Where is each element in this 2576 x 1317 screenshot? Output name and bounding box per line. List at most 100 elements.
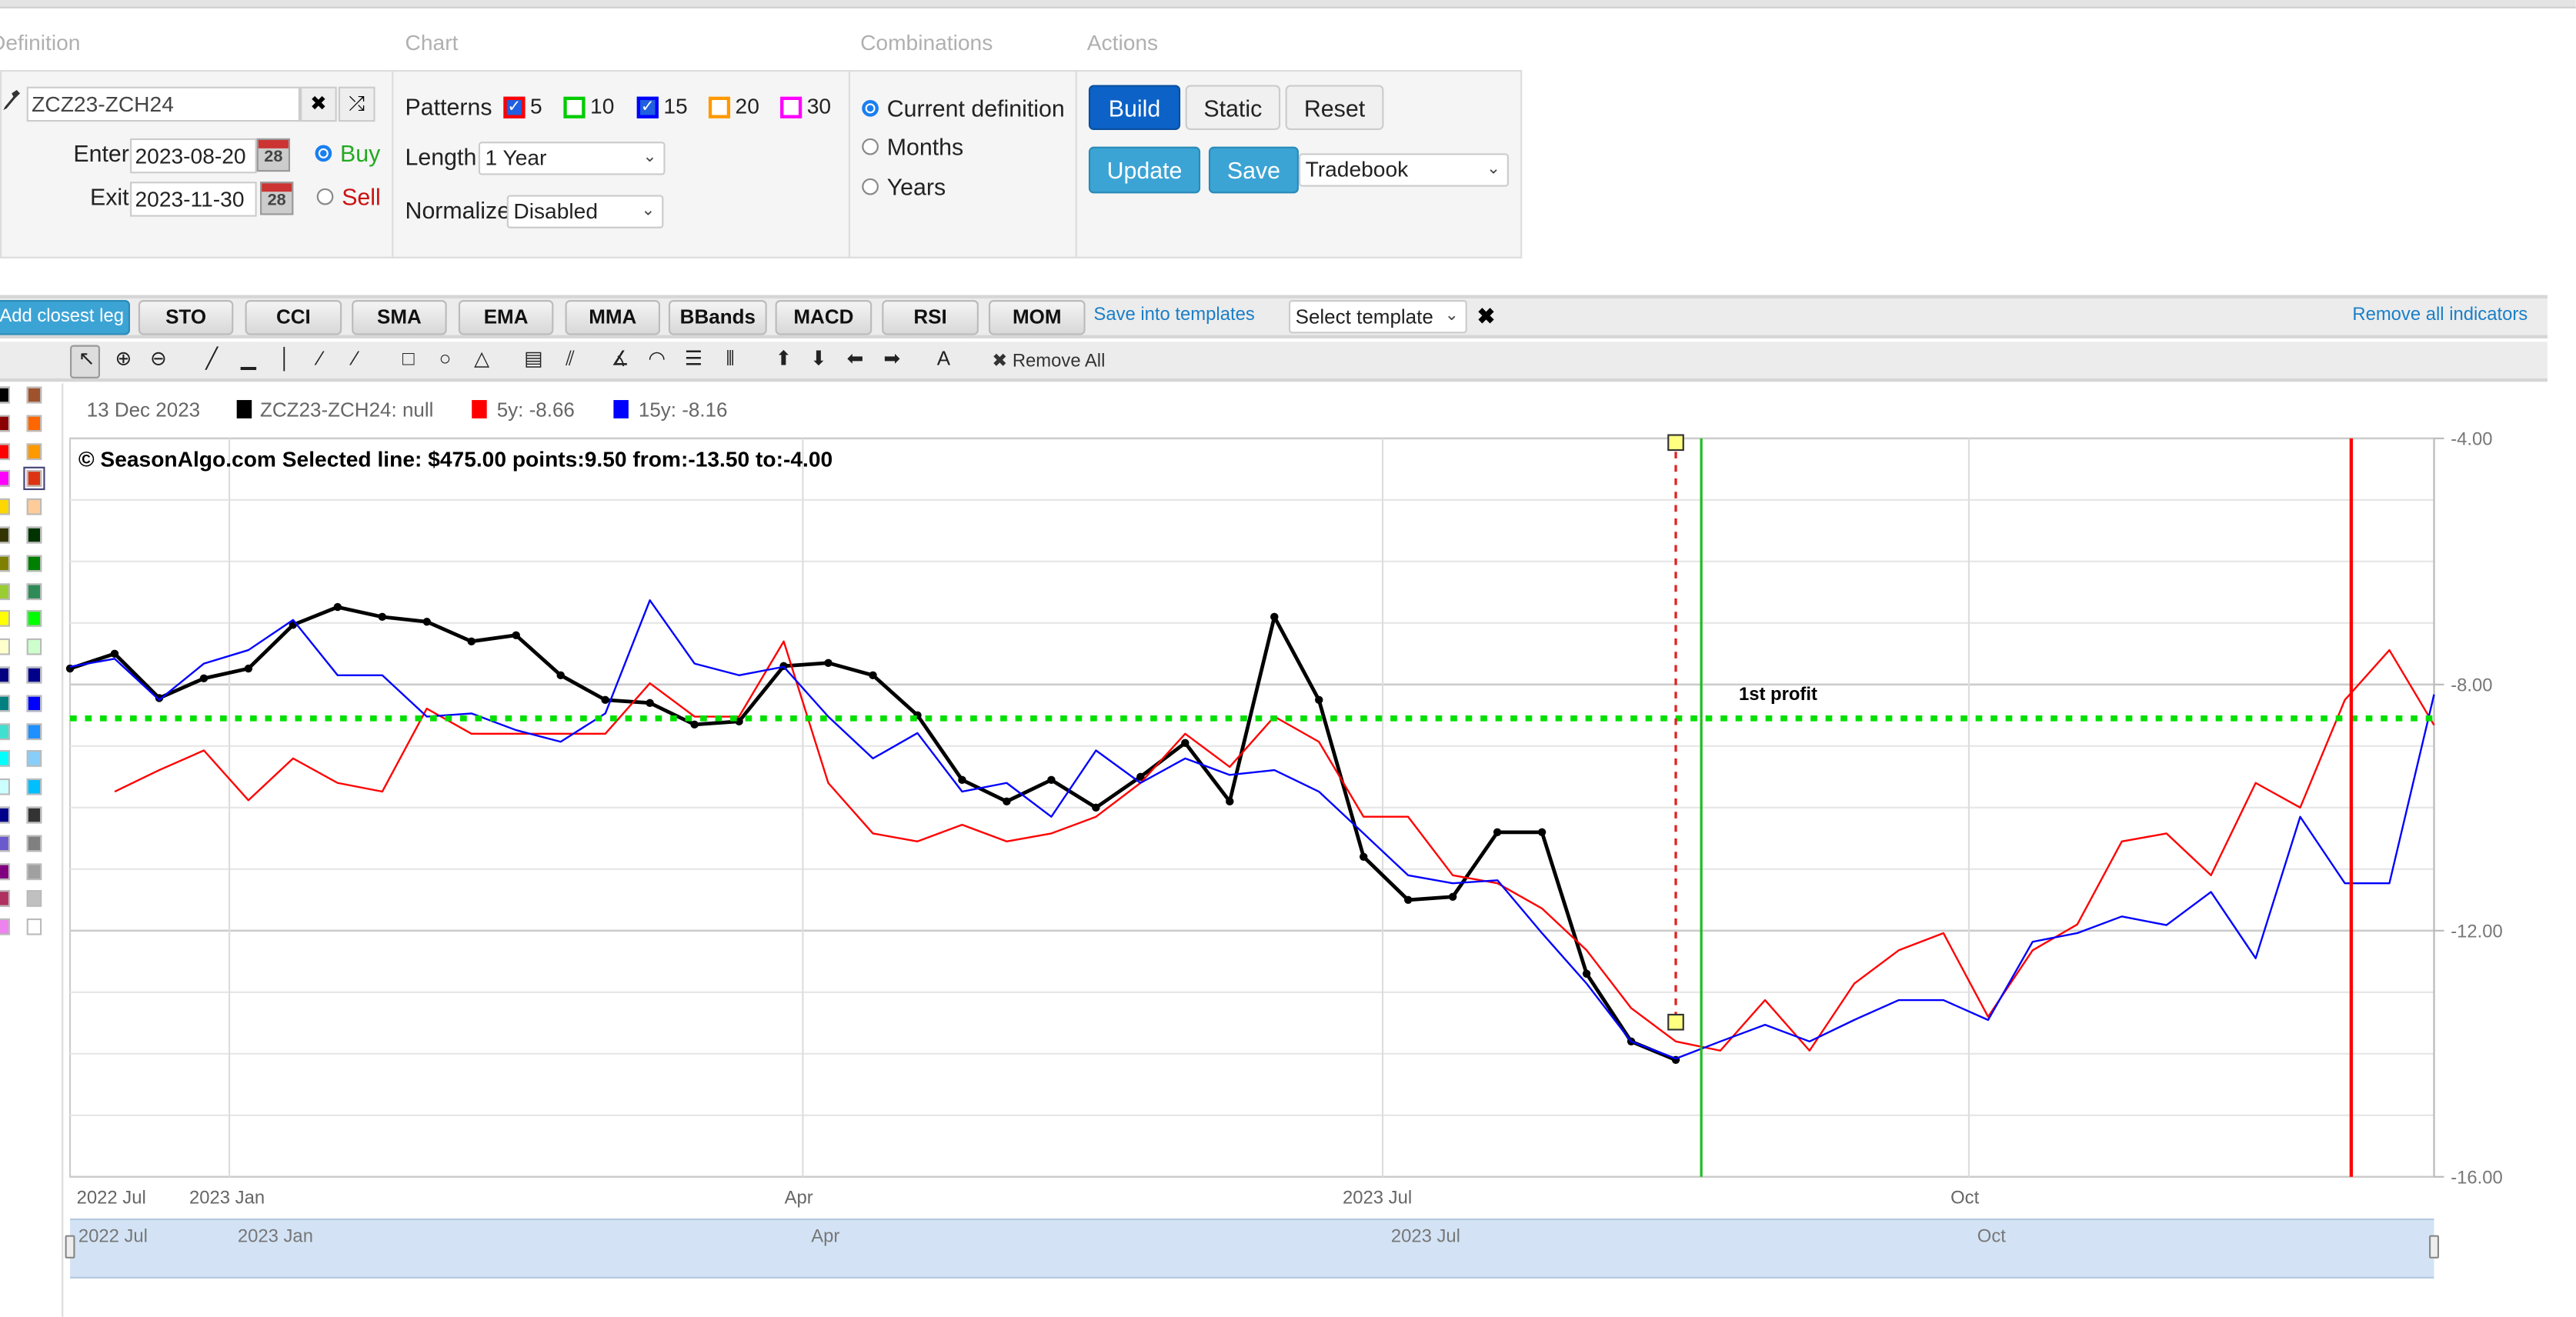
fib-fan-icon[interactable]: ∡ [607,347,634,370]
series-point [1448,892,1457,902]
fib-arc-icon[interactable]: ◠ [643,347,670,370]
color-swatch[interactable] [26,526,42,544]
color-swatch[interactable] [26,638,42,655]
color-swatch[interactable] [0,919,11,935]
series-point [869,671,877,680]
selected-line-handle[interactable] [1667,434,1684,452]
color-swatch[interactable] [0,695,11,712]
extended-line-icon[interactable]: ⁄ [342,347,369,370]
indicator-button-rsi[interactable]: RSI [882,300,979,335]
pattern-checkbox-15[interactable]: ✓ [636,96,659,118]
series-point [556,671,565,680]
color-swatch[interactable] [0,386,11,404]
color-swatch[interactable] [26,806,42,824]
triangle-icon[interactable]: △ [469,347,496,370]
color-swatch[interactable] [0,835,11,852]
rectangle-icon[interactable]: □ [395,347,422,370]
navigator-right-handle[interactable] [2429,1235,2440,1259]
circle-icon[interactable]: ○ [432,347,459,370]
series-point [244,664,253,673]
navigator-left-handle[interactable] [65,1235,75,1259]
series-point [1537,828,1547,837]
color-swatch[interactable] [0,470,11,488]
color-swatch[interactable] [0,638,11,655]
pattern-checkbox-30[interactable] [780,96,802,118]
arrow-right-icon[interactable]: ➡ [879,347,906,370]
color-swatch[interactable] [26,666,42,684]
indicator-button-sma[interactable]: SMA [352,300,447,335]
indicator-button-mma[interactable]: MMA [565,300,661,335]
fib-timezone-icon[interactable]: ⦀ [717,347,744,372]
pattern-checkbox-5[interactable]: ✓ [503,96,526,118]
color-swatch[interactable] [0,806,11,824]
color-swatch[interactable] [0,862,11,880]
zoom-out-icon[interactable]: ⊖ [145,347,172,370]
color-swatch[interactable] [0,415,11,432]
y-tick-label: -12.00 [2451,921,2503,942]
color-swatch[interactable] [26,442,42,460]
indicator-button-sto[interactable]: STO [138,300,234,335]
series-point [1582,969,1591,978]
ray-icon[interactable]: ⁄ [307,347,334,370]
color-swatch[interactable] [26,498,42,515]
zoom-in-icon[interactable]: ⊕ [110,347,137,370]
pointer-icon[interactable]: ↖ [73,347,100,370]
color-swatch[interactable] [26,415,42,432]
pattern-checkbox-10[interactable] [563,96,586,118]
color-swatch[interactable] [0,779,11,795]
color-swatch[interactable] [26,722,42,740]
color-swatch[interactable] [0,526,11,544]
indicator-button-macd[interactable]: MACD [775,300,873,335]
pattern-checkbox-20[interactable] [708,96,731,118]
seasonal-chart[interactable]: -4.00 -8.00 -12.00 -16.00 2022 Jul 2023 Jan Ap… [0,0,2576,1300]
color-swatch[interactable] [26,862,42,880]
series-point [1047,775,1056,785]
color-swatch[interactable] [26,386,42,404]
color-swatch[interactable] [0,555,11,572]
arrow-down-icon[interactable]: ⬇ [806,347,833,370]
color-swatch[interactable] [26,779,42,795]
color-swatch[interactable] [26,890,42,908]
selected-line-handle[interactable] [1667,1013,1684,1031]
series-point [601,695,609,705]
series-point [1359,852,1368,862]
pattern-label: 5 [530,93,542,118]
indicator-button-bbands[interactable]: BBands [668,300,767,335]
horizontal-line-icon[interactable]: ▁ [235,347,262,370]
color-swatch[interactable] [26,582,42,600]
indicator-button-ema[interactable]: EMA [458,300,554,335]
color-swatch[interactable] [0,582,11,600]
series-point [110,649,119,658]
color-swatch[interactable] [23,467,45,491]
indicator-button-mom[interactable]: MOM [988,300,1086,335]
pitchfork-icon[interactable]: ⫽ [557,347,584,372]
color-swatch[interactable] [26,610,42,628]
navigator[interactable] [70,1218,2434,1279]
color-swatch[interactable] [26,555,42,572]
arrow-up-icon[interactable]: ⬆ [770,347,797,370]
trend-line-icon[interactable]: ╱ [199,347,225,370]
color-swatch[interactable] [0,610,11,628]
color-swatch[interactable] [26,695,42,712]
series-point [1003,797,1011,806]
color-swatch[interactable] [0,890,11,908]
series-point [1403,895,1413,905]
color-swatch[interactable] [0,722,11,740]
y-tick-label: -8.00 [2451,675,2492,695]
indicator-button-cci[interactable]: CCI [245,300,342,335]
color-swatch[interactable] [0,498,11,515]
y-tick-label: -16.00 [2451,1167,2503,1188]
text-icon[interactable]: A [930,347,957,370]
vertical-line-icon[interactable]: │ [272,347,299,370]
fib-retracement-icon[interactable]: ☰ [680,347,707,370]
pattern-label: 30 [806,93,832,118]
channel-icon[interactable]: ▤ [520,347,547,370]
color-swatch[interactable] [0,442,11,460]
x-tick-label: 2023 Jul [1343,1187,1412,1208]
color-swatch[interactable] [26,835,42,852]
color-swatch[interactable] [0,666,11,684]
arrow-left-icon[interactable]: ⬅ [842,347,869,370]
color-swatch[interactable] [26,750,42,768]
color-swatch[interactable] [26,919,42,935]
color-swatch[interactable] [0,750,11,768]
